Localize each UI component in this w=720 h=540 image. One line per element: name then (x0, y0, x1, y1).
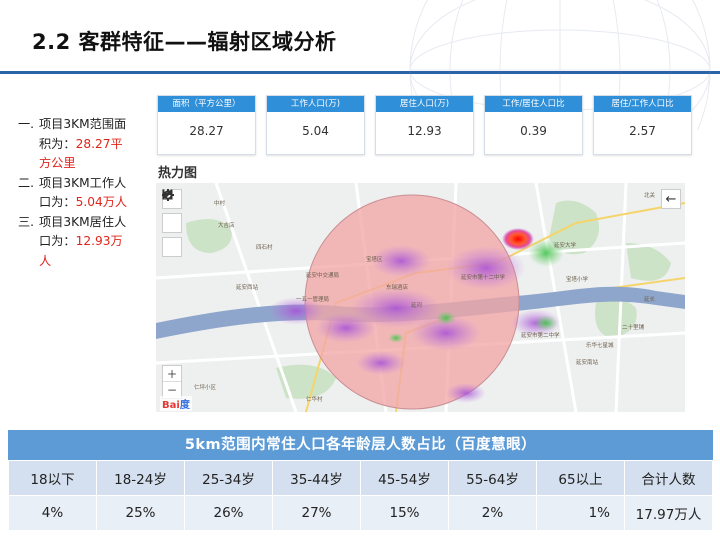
stat-value: 12.93 (407, 124, 442, 138)
map-place-label: 仁坪小区 (194, 385, 217, 391)
summary-item: 二. 项目3KM工作人口为：5.04万人 (18, 175, 128, 210)
map-place-label: 延安市第十二中学 (461, 275, 506, 281)
back-arrow-icon[interactable]: ← (661, 189, 681, 209)
map-toolbar (162, 189, 182, 257)
summary-item: 一. 项目3KM范围面积为：28.27平方公里 (18, 117, 127, 170)
map-place-label: 宝塔小学 (566, 277, 589, 283)
summary-list: 一. 项目3KM范围面积为：28.27平方公里 二. 项目3KM工作人口为：5.… (18, 115, 138, 271)
stat-label: 工作/居住人口比 (485, 96, 582, 112)
table-cell: 27% (272, 495, 361, 531)
summary-item: 三. 项目3KM居住人口为：12.93万人 (18, 214, 127, 268)
stat-card-live-pop: 居住人口(万) 12.93 (375, 95, 474, 155)
table-row: 4% 25% 26% 27% 15% 2% 1% 17.97万人 (8, 495, 713, 531)
map-place-label: 东瑞酒店 (386, 285, 409, 291)
map-place-label: 乐华七星城 (586, 343, 614, 349)
stat-value: 28.27 (189, 124, 224, 138)
table-header-row: 18以下 18-24岁 25-34岁 35-44岁 45-54岁 55-64岁 … (8, 460, 713, 496)
pencil-icon[interactable] (162, 190, 182, 257)
map-place-label: 仁华村 (306, 397, 323, 403)
heatmap-map[interactable]: 中村 大吉店 四石村 延安中交通局 延安西站 一五一管理局 延河 宝塔区 延安市… (156, 183, 685, 412)
map-place-label: 宝塔区 (366, 257, 383, 263)
stat-value: 0.39 (520, 124, 547, 138)
heatmap-label: 热力图 (158, 166, 198, 181)
map-place-label: 延安中交通局 (306, 273, 340, 279)
map-place-label: 延安大学 (554, 243, 577, 249)
table-header-cell: 18以下 (8, 460, 97, 496)
stat-card-area: 面积（平方公里） 28.27 (157, 95, 256, 155)
map-place-label: 一五一管理局 (296, 297, 330, 303)
stats-cards: 面积（平方公里） 28.27 工作人口(万) 5.04 居住人口(万) 12.9… (157, 95, 692, 155)
map-place-label: 延长 (644, 297, 656, 303)
page-title: 2.2 客群特征——辐射区域分析 (32, 30, 337, 54)
map-place-label: 延安西站 (236, 285, 259, 291)
table-header-cell: 45-54岁 (360, 460, 449, 496)
map-canvas (156, 183, 685, 412)
stat-label: 工作人口(万) (267, 96, 364, 112)
age-distribution-table: 5km范围内常住人口各年龄层人数占比（百度慧眼） 18以下 18-24岁 25-… (8, 430, 713, 531)
table-header-cell: 65以上 (536, 460, 625, 496)
baidu-map-logo: Bai度 (160, 396, 192, 411)
map-place-label: 北关 (644, 193, 656, 199)
map-place-label: 四石村 (256, 245, 273, 251)
gear-icon[interactable] (162, 189, 182, 233)
table-title: 5km范围内常住人口各年龄层人数占比（百度慧眼） (8, 430, 713, 460)
map-place-label: 延河 (411, 303, 423, 309)
table-cell: 4% (8, 495, 97, 531)
stat-label: 居住人口(万) (376, 96, 473, 112)
stat-label: 居住/工作人口比 (594, 96, 691, 112)
table-header-cell: 合计人数 (624, 460, 713, 496)
table-header-cell: 55-64岁 (448, 460, 537, 496)
map-place-label: 延安市第二中学 (521, 333, 560, 339)
table-header-cell: 18-24岁 (96, 460, 185, 496)
table-cell: 2% (448, 495, 537, 531)
map-place-label: 大吉店 (218, 223, 235, 229)
stat-card-work-live-ratio: 工作/居住人口比 0.39 (484, 95, 583, 155)
table-cell: 1% (536, 495, 625, 531)
stat-card-work-pop: 工作人口(万) 5.04 (266, 95, 365, 155)
stat-card-live-work-ratio: 居住/工作人口比 2.57 (593, 95, 692, 155)
stat-value: 2.57 (629, 124, 656, 138)
table-cell: 15% (360, 495, 449, 531)
summary-highlight: 5.04万人 (75, 195, 128, 209)
stat-label: 面积（平方公里） (158, 96, 255, 112)
zoom-control: + − (162, 365, 182, 399)
zoom-in-button[interactable]: + (163, 366, 181, 382)
map-place-label: 二十里铺 (622, 325, 645, 331)
table-cell: 25% (96, 495, 185, 531)
map-place-label: 延安南站 (576, 360, 599, 366)
stat-value: 5.04 (302, 124, 329, 138)
table-header-cell: 25-34岁 (184, 460, 273, 496)
map-place-label: 中村 (214, 201, 226, 207)
table-cell: 26% (184, 495, 273, 531)
table-cell: 17.97万人 (624, 495, 713, 531)
table-header-cell: 35-44岁 (272, 460, 361, 496)
